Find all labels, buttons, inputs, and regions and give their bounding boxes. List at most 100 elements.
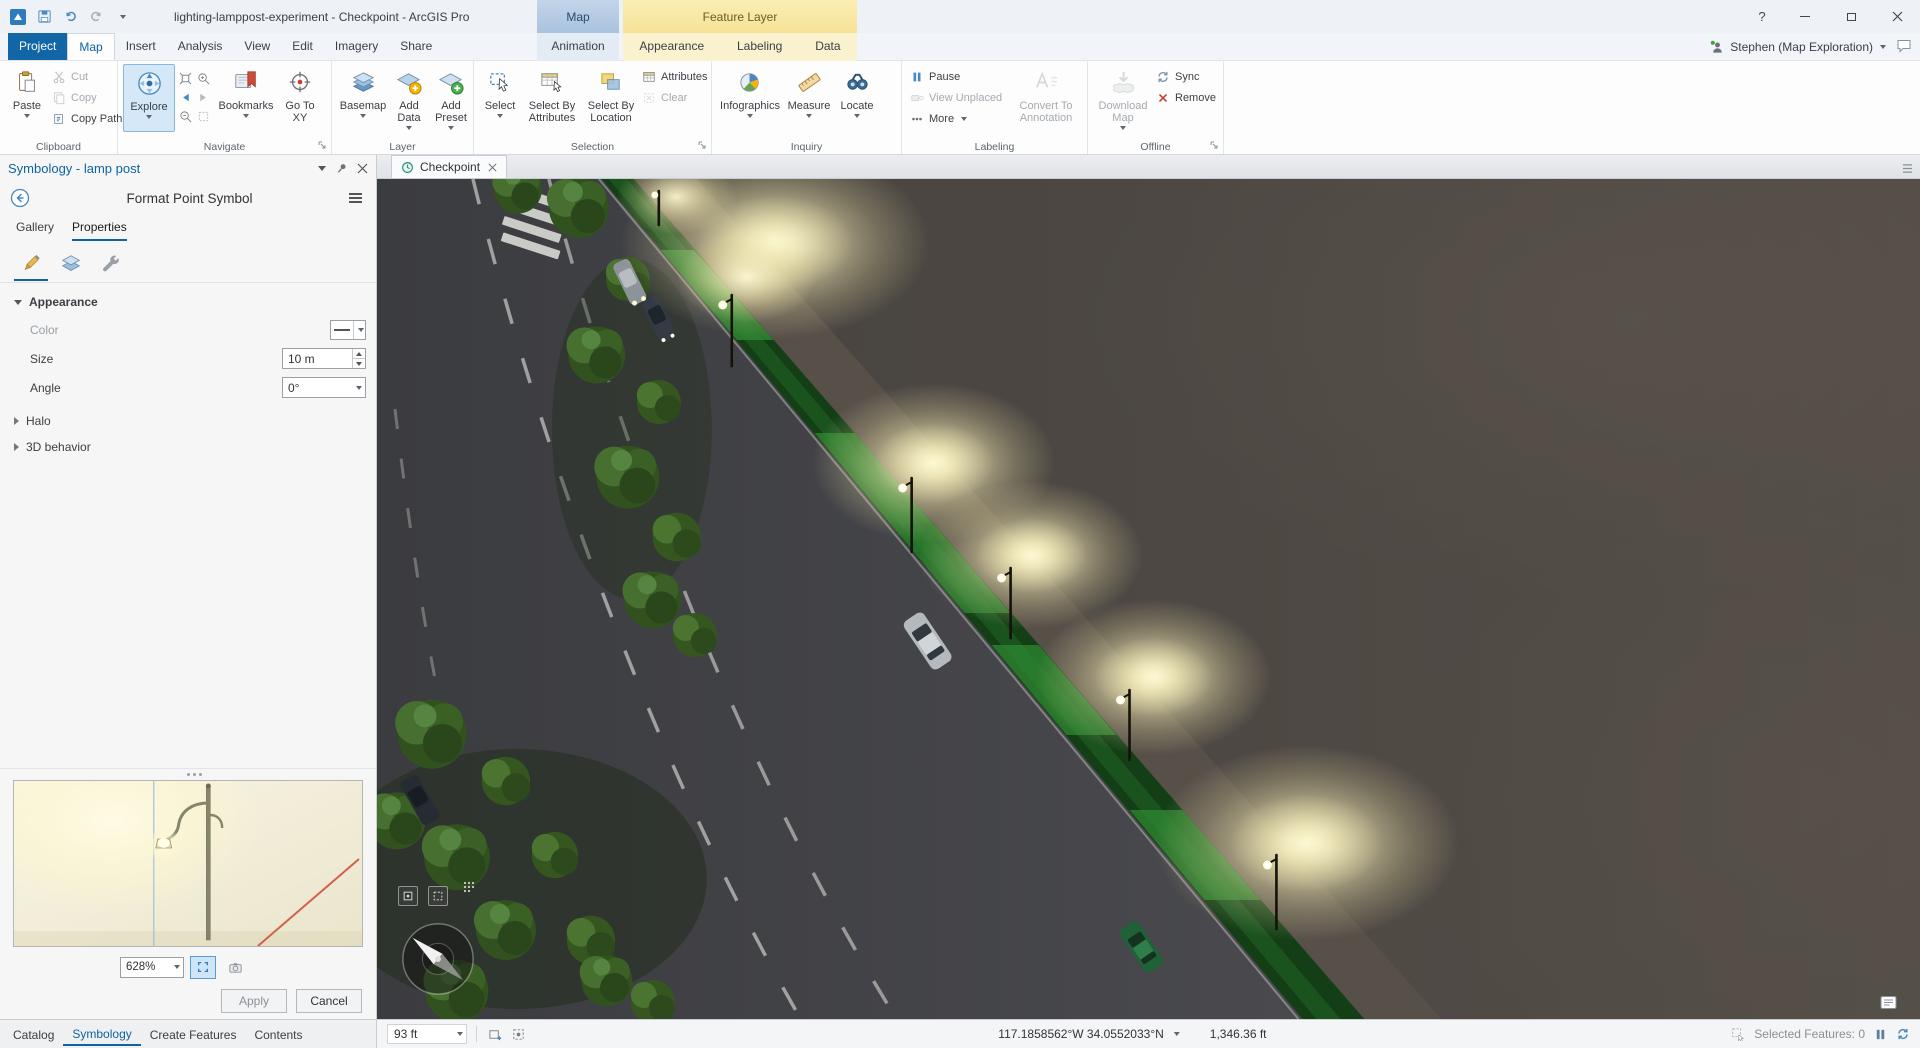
remove-button[interactable]: Remove xyxy=(1153,88,1219,107)
ribbon-tab-view[interactable]: View xyxy=(233,33,281,60)
notification-log-icon[interactable] xyxy=(1880,995,1898,1011)
view-tab-list-icon[interactable] xyxy=(1901,163,1914,174)
map-overlay-grid-icon[interactable] xyxy=(463,881,475,893)
angle-dropdown[interactable]: 0° xyxy=(282,377,366,398)
measure-button[interactable]: Measure xyxy=(783,64,835,132)
select-by-location-button[interactable]: Select By Location xyxy=(583,64,639,132)
cursor-coordinates[interactable]: 117.1858562°W 34.0552033°N xyxy=(998,1027,1164,1041)
pane-options-icon[interactable] xyxy=(349,197,362,199)
pin-icon[interactable] xyxy=(335,162,348,175)
tab-gallery[interactable]: Gallery xyxy=(16,220,54,241)
copy-path-button[interactable]: Copy Path xyxy=(49,109,125,128)
size-input[interactable]: 10 m xyxy=(282,348,366,369)
ribbon-tab-appearance[interactable]: Appearance xyxy=(628,33,715,61)
color-dropdown[interactable] xyxy=(330,319,366,340)
pause-labeling-button[interactable]: Pause xyxy=(907,67,1011,86)
help-button[interactable]: ? xyxy=(1742,0,1782,33)
customize-toolbar-caret-icon[interactable] xyxy=(112,7,132,27)
map-overlay-layers-button[interactable] xyxy=(398,886,418,906)
basemap-button[interactable]: Basemap xyxy=(337,64,389,132)
section-appearance[interactable]: Appearance xyxy=(0,289,376,315)
section-3d-behavior[interactable]: 3D behavior xyxy=(0,434,376,460)
ribbon-tab-analysis[interactable]: Analysis xyxy=(167,33,234,60)
fixed-zoom-in-icon[interactable] xyxy=(195,69,212,87)
cut-button[interactable]: Cut xyxy=(49,67,125,86)
tab-symbol-layers[interactable] xyxy=(54,247,88,281)
account-menu[interactable]: Stephen (Map Exploration) xyxy=(1710,33,1886,61)
fixed-zoom-out-icon[interactable] xyxy=(177,107,194,125)
compass-navigator[interactable] xyxy=(399,920,477,998)
locate-button[interactable]: Locate xyxy=(835,64,879,132)
clear-selection-button[interactable]: Clear xyxy=(639,88,710,107)
save-icon[interactable] xyxy=(34,7,54,27)
more-labeling-button[interactable]: More xyxy=(907,109,1011,128)
view-tab-checkpoint[interactable]: Checkpoint xyxy=(391,155,508,178)
ribbon-tab-insert[interactable]: Insert xyxy=(115,33,167,60)
ribbon-tab-animation[interactable]: Animation xyxy=(540,33,615,61)
go-to-xy-button[interactable]: Go To XY xyxy=(278,64,322,132)
bookmarks-button[interactable]: Bookmarks xyxy=(214,64,278,132)
close-button[interactable] xyxy=(1874,0,1920,33)
close-view-icon[interactable] xyxy=(488,162,497,172)
tab-symbol-tools[interactable] xyxy=(94,247,128,281)
attributes-button[interactable]: Attributes xyxy=(639,67,710,86)
explore-button[interactable]: Explore xyxy=(123,64,175,132)
sync-button[interactable]: Sync xyxy=(1153,67,1219,86)
ribbon-tab-labeling[interactable]: Labeling xyxy=(726,33,793,61)
add-overlay-icon[interactable] xyxy=(486,1025,504,1043)
maximize-button[interactable] xyxy=(1828,0,1874,33)
copy-button[interactable]: Copy xyxy=(49,88,125,107)
map-viewport[interactable] xyxy=(377,179,1920,1019)
map-3d-scene[interactable] xyxy=(377,179,1920,1019)
next-extent-icon[interactable] xyxy=(195,88,212,106)
size-stepper[interactable] xyxy=(352,349,365,368)
symbol-preview[interactable] xyxy=(13,780,363,947)
app-icon[interactable] xyxy=(8,7,28,27)
snapshot-button[interactable] xyxy=(222,956,248,979)
feedback-icon[interactable] xyxy=(1896,38,1912,53)
ribbon-tab-project[interactable]: Project xyxy=(8,33,68,60)
add-data-button[interactable]: Add Data xyxy=(389,64,429,132)
tab-properties[interactable]: Properties xyxy=(72,220,127,241)
pane-tab-create-features[interactable]: Create Features xyxy=(141,1023,246,1045)
zoom-box-icon[interactable] xyxy=(195,107,212,125)
ribbon-tab-map[interactable]: Map xyxy=(67,33,115,60)
selection-group-label: Selection xyxy=(570,141,615,153)
cancel-button[interactable]: Cancel xyxy=(296,989,362,1013)
preview-splitter[interactable] xyxy=(0,768,376,780)
ribbon-tab-share[interactable]: Share xyxy=(389,33,443,60)
tab-symbol-general[interactable] xyxy=(14,247,48,281)
infographics-button[interactable]: Infographics xyxy=(717,64,783,132)
coordinates-caret-icon[interactable] xyxy=(1173,1032,1180,1036)
add-preset-button[interactable]: Add Preset xyxy=(429,64,473,132)
full-extent-icon[interactable] xyxy=(177,69,194,87)
apply-button[interactable]: Apply xyxy=(221,989,287,1013)
pause-drawing-icon[interactable] xyxy=(1874,1028,1887,1041)
pane-tab-contents[interactable]: Contents xyxy=(245,1023,311,1045)
pane-tab-catalog[interactable]: Catalog xyxy=(4,1023,63,1045)
redo-icon[interactable] xyxy=(86,7,106,27)
pane-tab-symbology[interactable]: Symbology xyxy=(63,1022,141,1046)
convert-to-annotation-button[interactable]: Convert To Annotation xyxy=(1011,64,1081,132)
pane-menu-chevron-icon[interactable] xyxy=(318,166,326,171)
snapping-icon[interactable] xyxy=(509,1025,527,1043)
ribbon-tab-edit[interactable]: Edit xyxy=(281,33,324,60)
view-unplaced-button[interactable]: View Unplaced xyxy=(907,88,1011,107)
paste-button[interactable]: Paste xyxy=(5,64,49,132)
fit-to-window-button[interactable] xyxy=(190,955,216,979)
section-halo[interactable]: Halo xyxy=(0,408,376,434)
ribbon-tab-imagery[interactable]: Imagery xyxy=(324,33,389,60)
map-scale-combo[interactable]: 93 ft xyxy=(387,1024,467,1044)
pane-close-icon[interactable] xyxy=(357,163,368,174)
back-button[interactable] xyxy=(10,188,30,208)
preview-zoom-combo[interactable]: 628% xyxy=(120,956,184,978)
map-overlay-extent-button[interactable] xyxy=(428,886,448,906)
undo-icon[interactable] xyxy=(60,7,80,27)
ribbon-tab-data[interactable]: Data xyxy=(804,33,851,61)
download-map-button[interactable]: Download Map xyxy=(1093,64,1153,132)
select-by-attributes-button[interactable]: Select By Attributes xyxy=(521,64,583,132)
previous-extent-icon[interactable] xyxy=(177,88,194,106)
minimize-button[interactable] xyxy=(1782,0,1828,33)
select-button[interactable]: Select xyxy=(479,64,521,132)
refresh-view-icon[interactable] xyxy=(1896,1027,1910,1041)
